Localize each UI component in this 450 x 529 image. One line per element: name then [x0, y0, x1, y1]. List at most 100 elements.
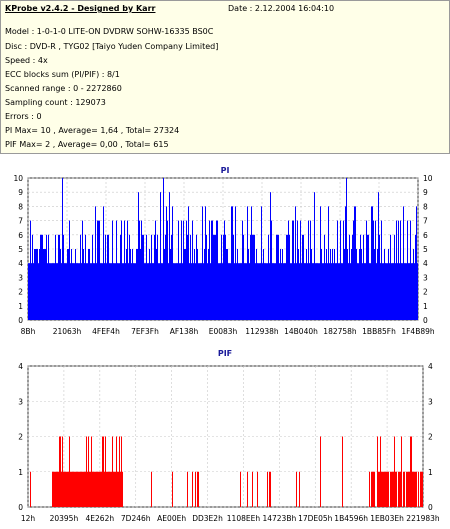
pi-bar — [93, 263, 94, 320]
pi-bar — [123, 263, 124, 320]
pi-bar — [287, 234, 288, 320]
pif-bar — [98, 471, 99, 507]
pi-bar — [233, 234, 234, 320]
pif-bar — [81, 471, 82, 507]
pif-bar — [68, 471, 69, 507]
pif-x-tick: 7D246h — [121, 514, 151, 523]
pi-bar — [144, 263, 145, 320]
pif-bar — [413, 471, 414, 507]
pif-bar — [83, 471, 84, 507]
pif-bar — [64, 471, 65, 507]
pif-bar — [106, 471, 107, 507]
pif-bar — [252, 471, 253, 507]
pi-bar — [49, 263, 50, 320]
pi-bar — [52, 263, 53, 320]
pif-bar — [72, 471, 73, 507]
pi-y-tick-left: 10 — [13, 174, 23, 183]
pi-bar — [159, 263, 160, 320]
pi-bar — [349, 234, 350, 320]
pi-bar — [193, 263, 194, 320]
pi-bar — [156, 249, 157, 320]
pi-bar — [299, 263, 300, 320]
pi-bar — [31, 263, 32, 320]
pi-bar — [91, 263, 92, 320]
pi-bar — [54, 263, 55, 320]
pi-bar — [226, 249, 227, 320]
pif-bar — [372, 471, 373, 507]
ecc-sum: ECC blocks sum (PI/PIF) : 8/1 — [5, 70, 120, 79]
pi-bar — [276, 234, 277, 320]
pi-bar — [330, 249, 331, 320]
pi-bar — [248, 249, 249, 320]
pif-bar — [113, 471, 114, 507]
pi-bar — [70, 263, 71, 320]
pi-bar — [169, 192, 170, 320]
pif-bar — [420, 471, 421, 507]
pi-bar — [381, 220, 382, 320]
pi-bar — [37, 249, 38, 320]
pif-bar — [408, 471, 409, 507]
pif-bar — [62, 436, 63, 507]
pif-bar — [187, 471, 188, 507]
pi-bar — [121, 220, 122, 320]
pif-bar — [382, 471, 383, 507]
pi-bar — [194, 249, 195, 320]
pi-bar — [147, 263, 148, 320]
pi-bar — [367, 234, 368, 320]
pi-bar — [229, 263, 230, 320]
pif-bar — [403, 471, 404, 507]
pi-bar — [382, 263, 383, 320]
pif-bar — [78, 471, 79, 507]
pi-bar — [190, 234, 191, 320]
pi-bar — [338, 263, 339, 320]
pif-bar — [115, 471, 116, 507]
scan-date: Date : 2.12.2004 16:04:10 — [228, 4, 335, 13]
pi-bar — [288, 220, 289, 320]
pi-bar — [306, 249, 307, 320]
sampling-count: Sampling count : 129073 — [5, 98, 106, 107]
pi-bar — [402, 263, 403, 320]
pi-bar — [362, 263, 363, 320]
pi-bar — [340, 220, 341, 320]
pi-bar — [214, 234, 215, 320]
pif-bar — [95, 471, 96, 507]
pi-bar — [332, 249, 333, 320]
pi-bar — [239, 263, 240, 320]
pif-bar — [404, 471, 405, 507]
pi-bar — [260, 263, 261, 320]
pi-bar — [69, 220, 70, 320]
pi-bar — [95, 206, 96, 320]
pi-bar — [120, 234, 121, 320]
pi-bar — [262, 263, 263, 320]
pi-bar — [198, 263, 199, 320]
pif-bar — [257, 471, 258, 507]
pi-bar — [277, 234, 278, 320]
pi-bar — [290, 263, 291, 320]
pi-bar — [414, 263, 415, 320]
pi-bar — [51, 263, 52, 320]
pi-bar — [129, 234, 130, 320]
pi-bar — [165, 234, 166, 320]
pif-bar — [299, 471, 300, 507]
pi-bar — [250, 234, 251, 320]
pif-bar — [296, 471, 297, 507]
pi-bar — [216, 220, 217, 320]
pi-bar — [297, 220, 298, 320]
pif-bar — [269, 471, 270, 507]
pi-bar — [321, 249, 322, 320]
pi-bar — [149, 249, 150, 320]
pi-bar — [206, 234, 207, 320]
pi-bar — [177, 263, 178, 320]
pi-bar — [59, 234, 60, 320]
pi-bar — [344, 249, 345, 320]
scanned-range: Scanned range : 0 - 2272860 — [5, 84, 122, 93]
pi-bar — [392, 263, 393, 320]
pi-bar — [112, 220, 113, 320]
pif-bar — [30, 471, 31, 507]
pi-bar — [197, 249, 198, 320]
pif-bar — [410, 436, 411, 507]
pi-bar — [181, 220, 182, 320]
pi-bar — [327, 263, 328, 320]
pif-bar — [421, 471, 422, 507]
pi-bar — [408, 263, 409, 320]
